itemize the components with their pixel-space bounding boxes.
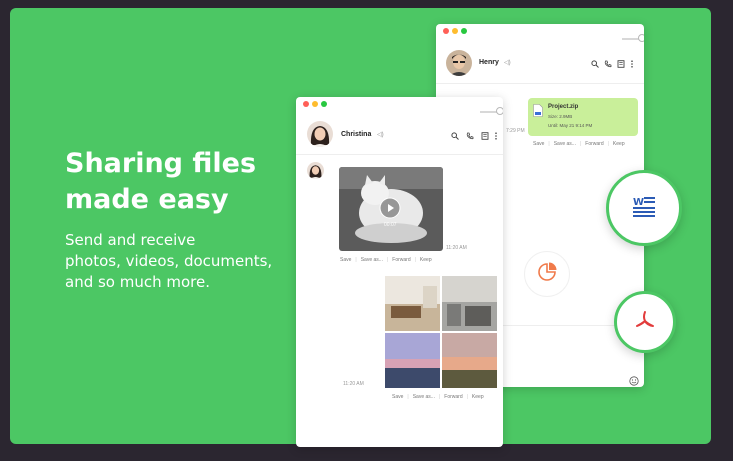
- phone-icon[interactable]: [603, 59, 612, 68]
- separator: |: [355, 257, 357, 263]
- minimize-window-button[interactable]: [312, 101, 318, 107]
- more-icon[interactable]: [491, 131, 500, 140]
- zip-file-icon: [533, 104, 543, 122]
- mute-icon: ◁): [377, 132, 384, 138]
- save-as-button[interactable]: Save as...: [413, 394, 435, 401]
- save-button[interactable]: Save: [533, 141, 544, 148]
- headline-line-1: Sharing files: [65, 148, 257, 179]
- minimize-window-button[interactable]: [452, 28, 458, 34]
- notes-icon[interactable]: [480, 131, 489, 140]
- separator: |: [414, 257, 416, 263]
- keep-button[interactable]: Keep: [420, 257, 432, 264]
- pdf-badge: [614, 291, 676, 353]
- sender-avatar: [307, 162, 324, 179]
- pdf-icon: [634, 309, 656, 336]
- photo-actions: Save | Save as... | Forward | Keep: [392, 394, 484, 401]
- video-message[interactable]: 00:07: [339, 167, 443, 251]
- video-actions: Save | Save as... | Forward | Keep: [340, 257, 432, 264]
- save-as-button[interactable]: Save as...: [554, 141, 576, 148]
- close-window-button[interactable]: [303, 101, 309, 107]
- header-divider: [436, 83, 644, 84]
- forward-button[interactable]: Forward: [392, 257, 410, 264]
- message-time: 11:20 AM: [446, 245, 467, 251]
- notes-icon[interactable]: [616, 59, 625, 68]
- save-as-button[interactable]: Save as...: [361, 257, 383, 264]
- avatar-christina[interactable]: [307, 121, 333, 147]
- file-name: Project.zip: [548, 104, 579, 110]
- separator: |: [607, 141, 609, 147]
- contact-name: Christina: [341, 131, 372, 138]
- mute-icon: ◁): [504, 60, 511, 66]
- phone-icon[interactable]: [465, 131, 474, 140]
- emoji-icon[interactable]: [629, 373, 639, 387]
- avatar-henry[interactable]: [446, 50, 472, 76]
- pie-chart-icon: [537, 262, 557, 287]
- slider-knob[interactable]: [638, 34, 644, 42]
- forward-button[interactable]: Forward: [444, 394, 462, 401]
- word-document-icon: W: [632, 194, 656, 223]
- message-time: 7:29 PM: [506, 128, 525, 134]
- message-time: 11:20 AM: [343, 381, 364, 387]
- separator: |: [548, 141, 550, 147]
- separator: |: [386, 257, 389, 263]
- more-icon[interactable]: [627, 59, 636, 68]
- separator: |: [579, 141, 582, 147]
- header-divider: [296, 154, 503, 155]
- keep-button[interactable]: Keep: [613, 141, 625, 148]
- file-expiry: Until: May 21 9:14 PM: [548, 123, 593, 128]
- subtext-line-1: Send and receive: [65, 231, 196, 249]
- headline-line-2: made easy: [65, 184, 229, 215]
- word-document-badge: W: [606, 170, 682, 246]
- chart-badge: [524, 251, 570, 297]
- zoom-window-button[interactable]: [461, 28, 467, 34]
- play-icon[interactable]: [379, 197, 401, 224]
- file-size: Size: 2.9MB: [548, 114, 573, 119]
- zoom-window-button[interactable]: [321, 101, 327, 107]
- photo-grid[interactable]: [385, 276, 497, 388]
- christina-chat-window: Christina ◁) 00:07 11:20 AM Save | Save …: [296, 97, 503, 447]
- file-actions: Save | Save as... | Forward | Keep: [533, 141, 625, 148]
- video-duration: 00:07: [384, 222, 397, 228]
- contact-name: Henry: [479, 59, 499, 66]
- subtext-line-2: photos, videos, documents,: [65, 252, 273, 270]
- keep-button[interactable]: Keep: [472, 394, 484, 401]
- promo-subtext: Send and receive photos, videos, documen…: [65, 230, 295, 293]
- separator: |: [438, 394, 441, 400]
- save-button[interactable]: Save: [392, 394, 403, 401]
- save-button[interactable]: Save: [340, 257, 351, 264]
- close-window-button[interactable]: [443, 28, 449, 34]
- search-icon[interactable]: [590, 59, 599, 68]
- subtext-line-3: and so much more.: [65, 273, 211, 291]
- forward-button[interactable]: Forward: [585, 141, 603, 148]
- promo-headline: Sharing files made easy: [65, 146, 305, 218]
- search-icon[interactable]: [450, 131, 459, 140]
- svg-text:W: W: [633, 197, 644, 208]
- slider-knob[interactable]: [496, 107, 503, 115]
- file-message-bubble[interactable]: Project.zip Size: 2.9MB Until: May 21 9:…: [528, 98, 638, 136]
- separator: |: [407, 394, 409, 400]
- separator: |: [466, 394, 468, 400]
